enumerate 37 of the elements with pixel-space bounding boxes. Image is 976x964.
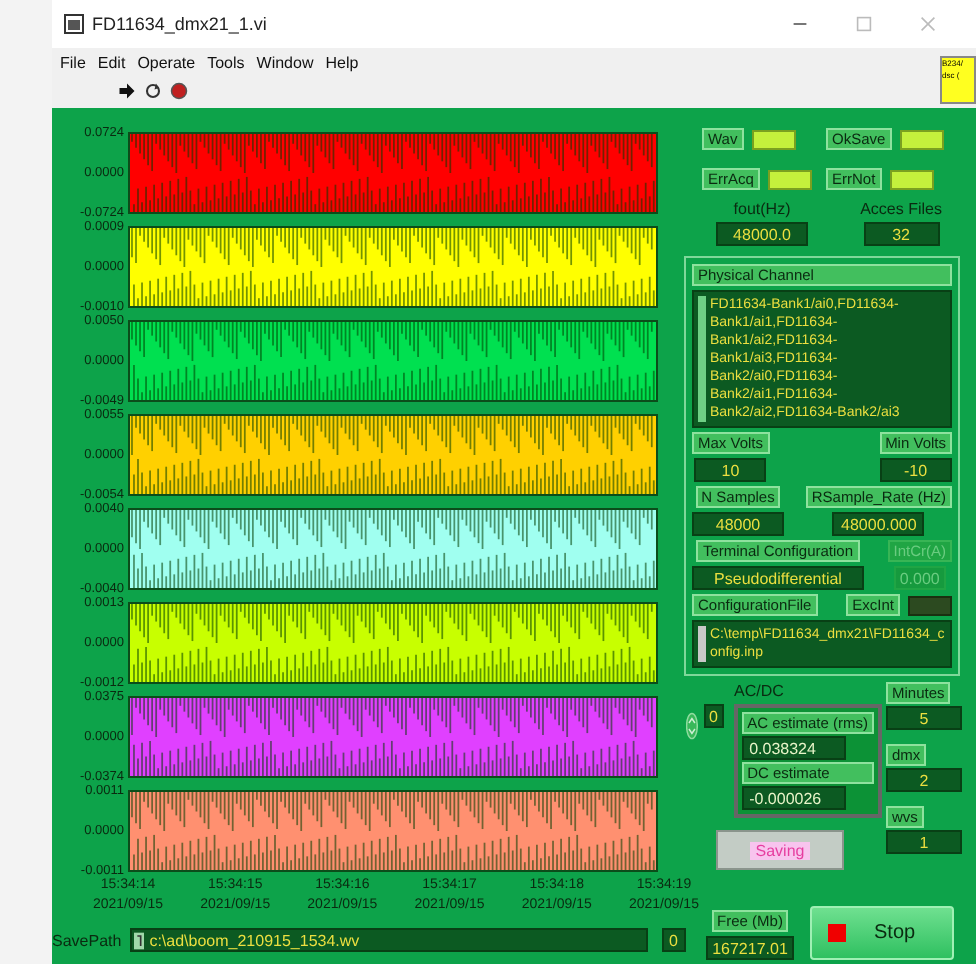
fout-label: fout(Hz)	[733, 200, 791, 218]
acces-files-label: Acces Files	[860, 200, 942, 218]
count-indicator: 0	[661, 928, 686, 952]
minutes-field[interactable]: 5	[886, 706, 962, 730]
terminal-configuration-dropdown[interactable]: Pseudodifferential	[692, 566, 864, 590]
sample-rate-field[interactable]: 48000.000	[832, 512, 925, 536]
menu-item[interactable]: Window	[256, 53, 314, 71]
stop-icon	[828, 924, 846, 942]
menu-item[interactable]: Edit	[97, 53, 126, 71]
browse-icon[interactable]	[133, 931, 144, 949]
browse-handle[interactable]	[698, 626, 706, 662]
acces-files-indicator: 32	[863, 222, 940, 246]
min-volts-field[interactable]: -10	[879, 458, 952, 482]
fout-indicator: 48000.0	[716, 222, 809, 246]
app-icon	[64, 14, 84, 34]
window-title: FD11634_dmx21_1.vi	[92, 14, 267, 34]
scroll-handle[interactable]	[698, 296, 706, 422]
menu-item[interactable]: File	[60, 53, 86, 71]
index-field[interactable]: 0	[703, 704, 724, 728]
acdc-label: AC/DC	[734, 682, 786, 700]
n-samples-field[interactable]: 48000	[692, 512, 784, 536]
menu-item[interactable]: Tools	[207, 53, 245, 71]
spinner-icon[interactable]	[686, 708, 698, 744]
max-volts-field[interactable]: 10	[694, 458, 767, 482]
abort-icon[interactable]	[170, 82, 188, 100]
save-path-field[interactable]: c:\ad\boom_210915_1534.wv	[129, 928, 648, 952]
menu-item[interactable]: Help	[325, 53, 359, 71]
dmx-field[interactable]: 2	[886, 768, 962, 792]
save-path-label: SavePath	[52, 931, 122, 949]
menu-item[interactable]: Operate	[137, 53, 196, 71]
wvs-field[interactable]: 1	[886, 830, 962, 854]
stop-button[interactable]: Stop	[810, 906, 954, 960]
ac-estimate-indicator: 0.038324	[741, 736, 846, 760]
run-arrow-icon[interactable]	[118, 82, 136, 100]
run-continuously-icon[interactable]	[144, 82, 162, 100]
free-space-indicator: 167217.01	[706, 936, 794, 960]
dc-estimate-indicator: -0.000026	[741, 786, 846, 810]
